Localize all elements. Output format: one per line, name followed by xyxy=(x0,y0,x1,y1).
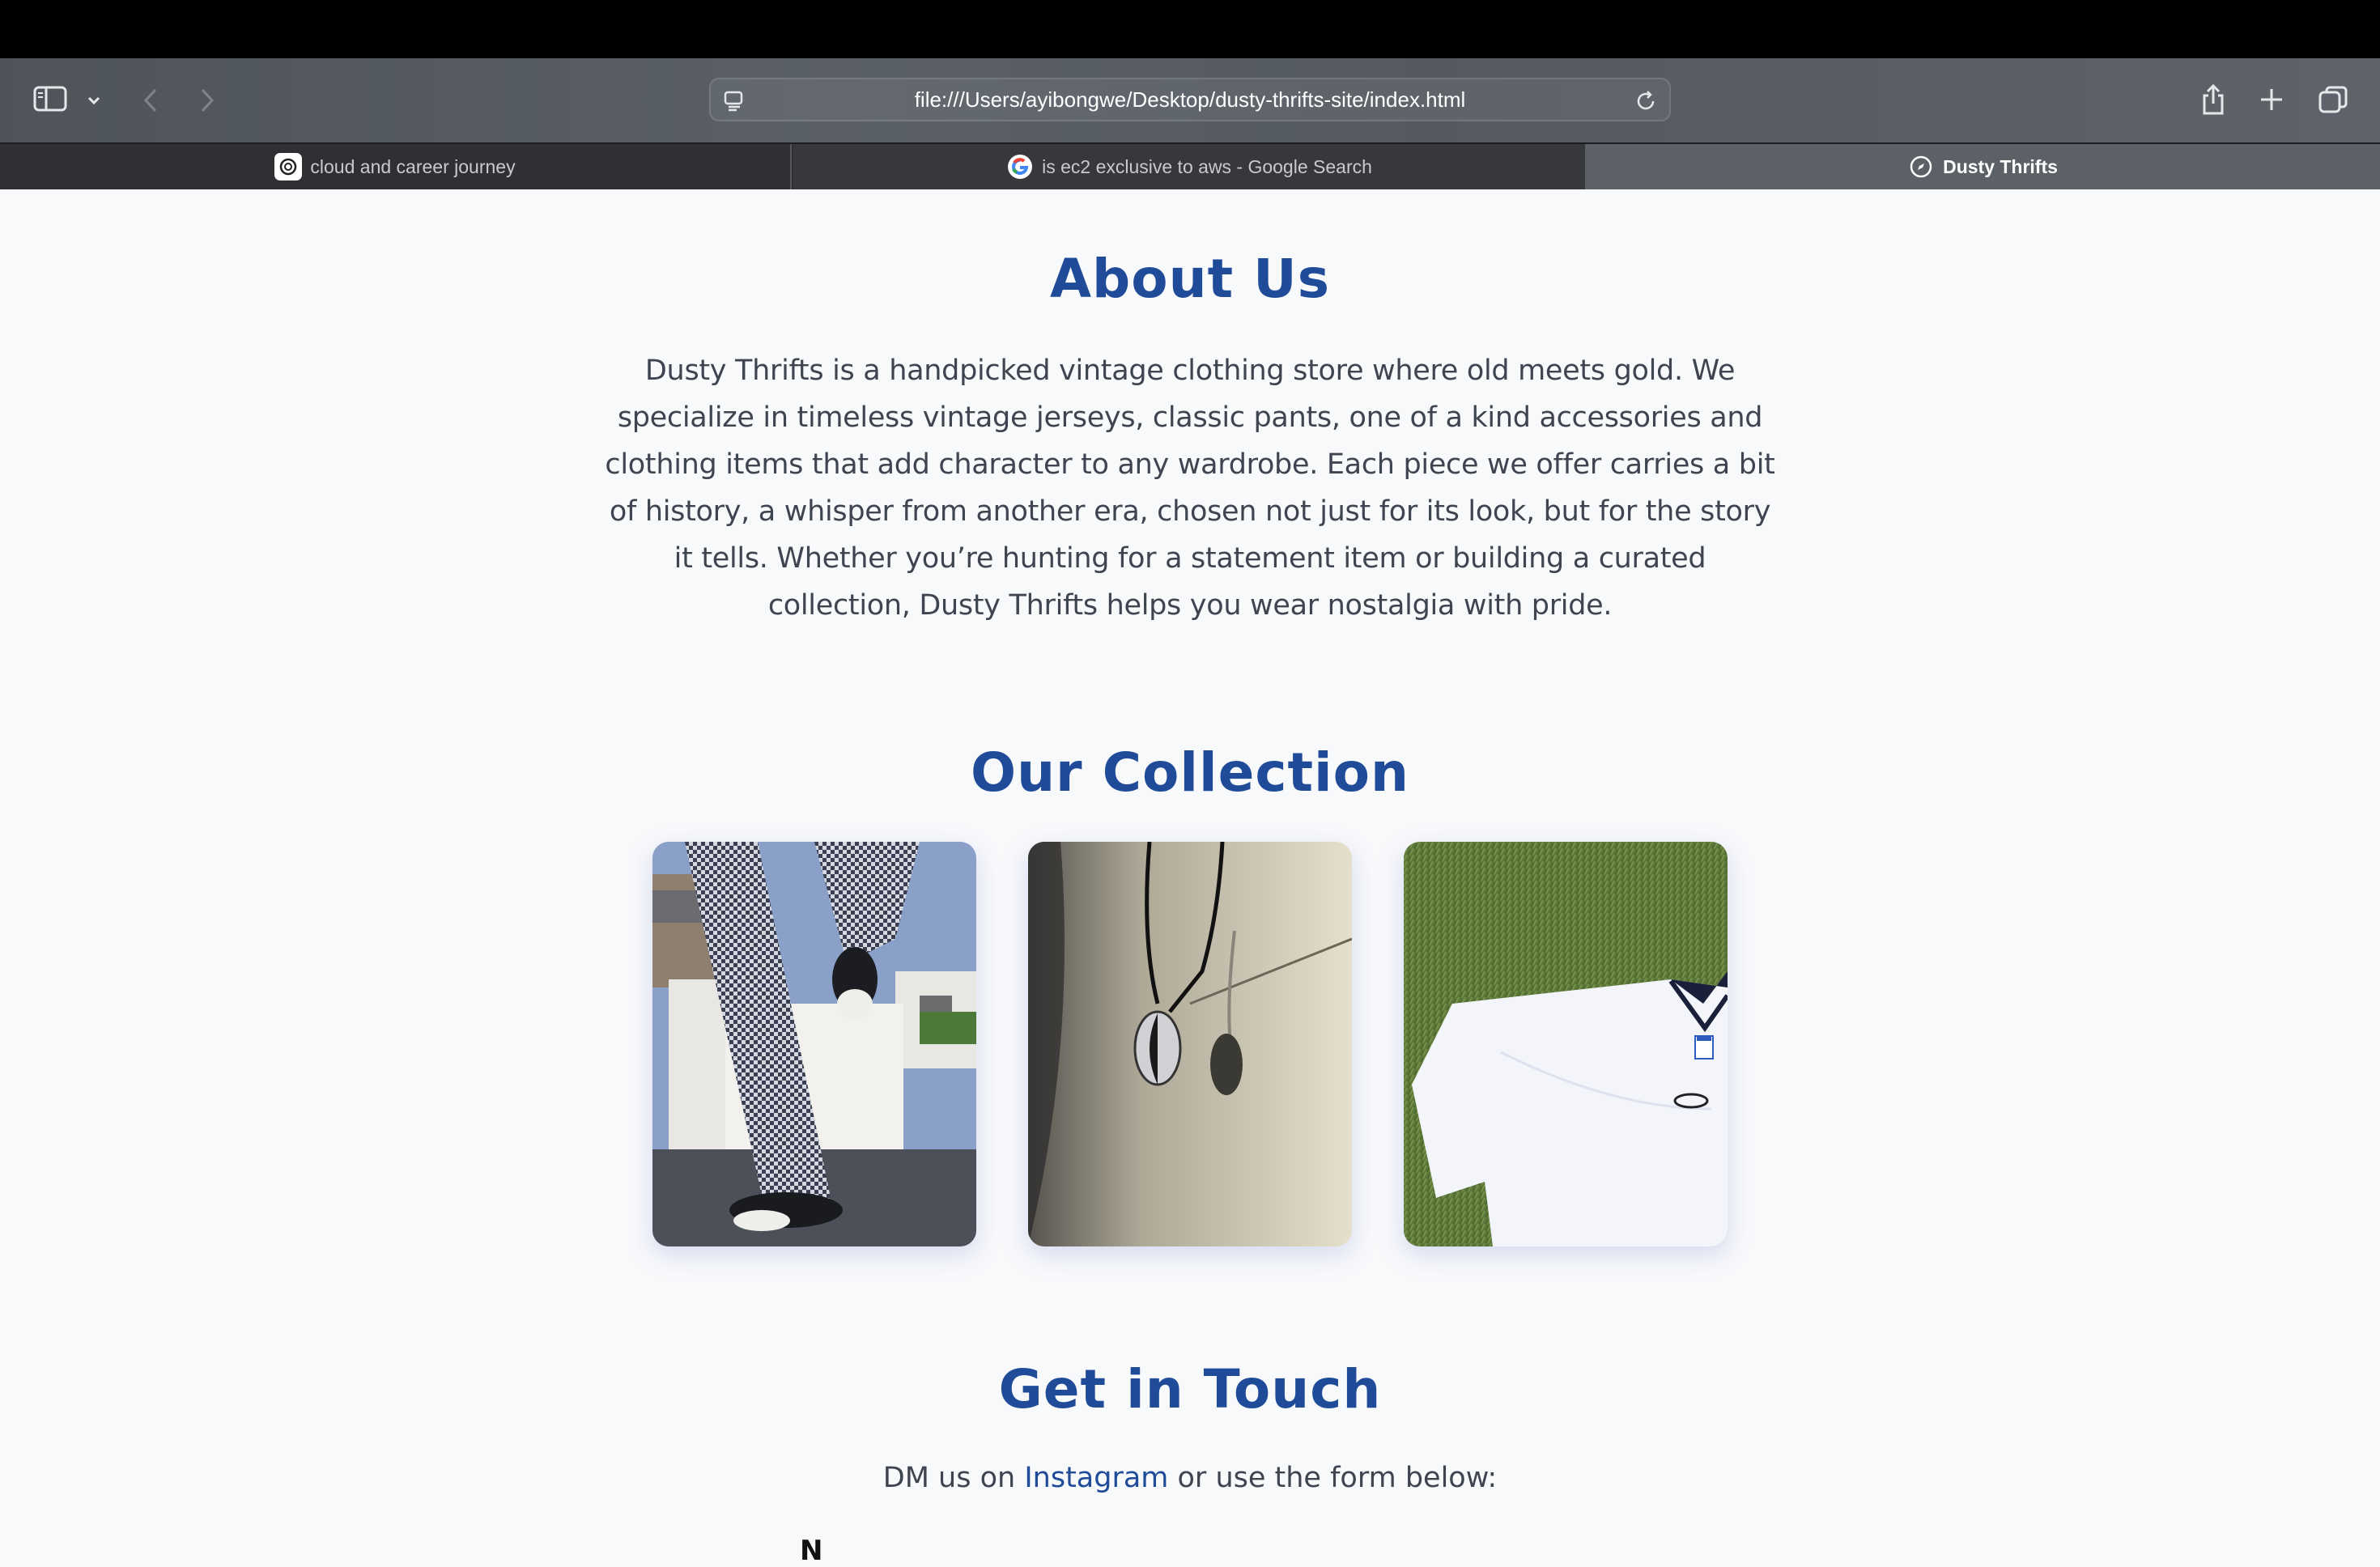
openai-icon xyxy=(274,153,303,180)
reload-icon[interactable] xyxy=(1634,89,1658,117)
contact-heading: Get in Touch xyxy=(998,1358,1382,1420)
tab-title: is ec2 exclusive to aws - Google Search xyxy=(1042,155,1372,177)
collection-item-pants[interactable] xyxy=(652,842,976,1246)
google-icon xyxy=(1006,153,1034,180)
contact-text-after: or use the form below: xyxy=(1168,1462,1498,1494)
contact-text-before: DM us on xyxy=(882,1462,1025,1494)
chevron-down-icon[interactable] xyxy=(83,89,105,112)
sidebar-toggle-icon[interactable] xyxy=(29,83,71,115)
tab-google-search[interactable]: is ec2 exclusive to aws - Google Search xyxy=(793,144,1585,189)
url-text[interactable]: file:///Users/ayibongwe/Desktop/dusty-th… xyxy=(711,79,1669,120)
tab-cloud-career-journey[interactable]: cloud and career journey xyxy=(0,144,792,189)
page-content: About Us Dusty Thrifts is a handpicked v… xyxy=(0,189,2380,1567)
back-arrow-icon[interactable] xyxy=(134,83,167,118)
contact-text: DM us on Instagram or use the form below… xyxy=(0,1462,2380,1494)
tab-title: cloud and career journey xyxy=(310,155,516,177)
about-heading: About Us xyxy=(1049,248,1331,310)
tab-dusty-thrifts[interactable]: Dusty Thrifts xyxy=(1585,144,2380,189)
checkered-pants-converse-photo xyxy=(652,842,976,1246)
share-icon[interactable] xyxy=(2197,81,2229,118)
collection-item-jersey[interactable] xyxy=(1404,842,1728,1246)
form-name-label: N xyxy=(800,1535,823,1567)
tab-title: Dusty Thrifts xyxy=(1943,155,2058,177)
browser-toolbar: file:///Users/ayibongwe/Desktop/dusty-th… xyxy=(0,58,2380,142)
tab-overview-icon[interactable] xyxy=(2315,83,2351,117)
collection-heading: Our Collection xyxy=(970,741,1410,804)
tab-bar: cloud and career journey is ec2 exclusiv… xyxy=(0,142,2380,189)
white-jersey-on-grass-photo xyxy=(1404,842,1728,1246)
about-paragraph: Dusty Thrifts is a handpicked vintage cl… xyxy=(605,355,1775,622)
instagram-link[interactable]: Instagram xyxy=(1024,1462,1168,1494)
address-bar[interactable]: file:///Users/ayibongwe/Desktop/dusty-th… xyxy=(709,78,1671,121)
forward-arrow-icon[interactable] xyxy=(191,83,223,118)
collection-item-necklace[interactable] xyxy=(1028,842,1352,1246)
compass-icon xyxy=(1907,153,1935,180)
screen-top-bezel xyxy=(0,0,2380,58)
yin-yang-necklace-photo xyxy=(1028,842,1352,1246)
new-tab-plus-icon[interactable] xyxy=(2255,83,2288,117)
